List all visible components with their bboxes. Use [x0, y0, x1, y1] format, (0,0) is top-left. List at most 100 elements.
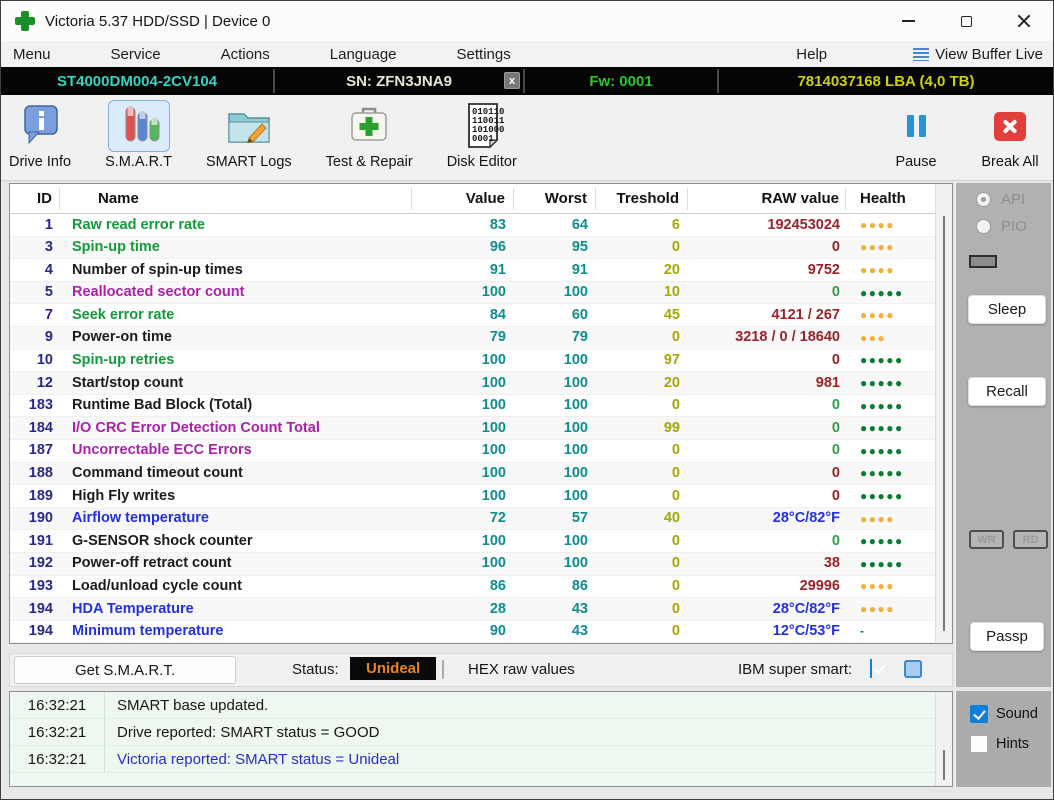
table-row[interactable]: 5Reallocated sector count100100100●●●●●	[10, 282, 935, 305]
hints-checkbox[interactable]	[970, 735, 988, 753]
menu-item-actions[interactable]: Actions	[221, 46, 270, 63]
table-scrollbar[interactable]	[935, 184, 952, 643]
table-row[interactable]: 187Uncorrectable ECC Errors10010000●●●●●	[10, 440, 935, 463]
disk-editor-button[interactable]: 010110 110011 101000 0001 Disk Editor	[447, 100, 517, 170]
drive-firmware: Fw: 0001	[525, 67, 717, 95]
header-name[interactable]: Name	[60, 188, 412, 210]
api-radio[interactable]	[976, 192, 991, 207]
smart-logs-button[interactable]: SMART Logs	[206, 100, 292, 170]
header-value[interactable]: Value	[412, 188, 514, 210]
hints-row[interactable]: Hints	[970, 735, 1029, 753]
minimize-button[interactable]	[879, 1, 937, 41]
cell-treshold: 6	[596, 214, 688, 237]
menu-item-language[interactable]: Language	[330, 46, 397, 63]
sound-checkbox[interactable]	[970, 705, 988, 723]
hints-label: Hints	[996, 736, 1029, 752]
table-row[interactable]: 7Seek error rate8460454121 / 267●●●●	[10, 304, 935, 327]
drive-serial: SN: ZFN3JNA9	[346, 73, 452, 90]
table-row[interactable]: 4Number of spin-up times9191209752●●●●	[10, 259, 935, 282]
cell-worst: 86	[514, 575, 596, 598]
cell-raw-value: 981	[688, 372, 846, 395]
log-timestamp: 16:32:21	[10, 719, 105, 745]
close-button[interactable]	[995, 1, 1053, 41]
table-row[interactable]: 184I/O CRC Error Detection Count Total10…	[10, 417, 935, 440]
cell-id: 4	[10, 259, 60, 282]
table-row[interactable]: 194HDA Temperature2843028°C/82°F●●●●	[10, 598, 935, 621]
sleep-button[interactable]: Sleep	[968, 295, 1046, 324]
header-treshold[interactable]: Treshold	[596, 188, 688, 210]
header-raw-value[interactable]: RAW value	[688, 188, 846, 210]
test-repair-button[interactable]: Test & Repair	[326, 100, 413, 170]
cell-id: 12	[10, 372, 60, 395]
menu-item-help[interactable]: Help	[796, 46, 827, 63]
menu-item-menu[interactable]: Menu	[13, 46, 51, 63]
table-row[interactable]: 189High Fly writes10010000●●●●●	[10, 485, 935, 508]
table-row[interactable]: 3Spin-up time969500●●●●	[10, 237, 935, 260]
ibm-super-smart-indicator[interactable]	[904, 660, 922, 678]
cell-id: 184	[10, 417, 60, 440]
log-scrollbar-thumb[interactable]	[943, 750, 945, 780]
get-smart-button[interactable]: Get S.M.A.R.T.	[14, 656, 236, 684]
cell-health: -	[846, 620, 935, 642]
log-scrollbar[interactable]	[935, 692, 952, 786]
table-row[interactable]: 194Minimum temperature9043012°C/53°F-	[10, 621, 935, 644]
pause-label: Pause	[895, 154, 936, 170]
pause-button[interactable]: Pause	[887, 100, 945, 170]
cell-raw-value: 28°C/82°F	[688, 507, 846, 530]
wr-button[interactable]: WR	[969, 530, 1004, 549]
cell-raw-value: 0	[688, 530, 846, 553]
header-worst[interactable]: Worst	[514, 188, 596, 210]
view-buffer-live-button[interactable]: View Buffer Live	[913, 46, 1043, 63]
pio-radio[interactable]	[976, 219, 991, 234]
cell-treshold: 20	[596, 372, 688, 395]
header-id[interactable]: ID	[10, 188, 60, 210]
cell-name: HDA Temperature	[60, 598, 412, 621]
pio-radio-row[interactable]: PIO	[976, 218, 1027, 235]
menu-item-service[interactable]: Service	[111, 46, 161, 63]
table-row[interactable]: 183Runtime Bad Block (Total)10010000●●●●…	[10, 395, 935, 418]
cell-treshold: 0	[596, 394, 688, 417]
table-row[interactable]: 10Spin-up retries100100970●●●●●	[10, 350, 935, 373]
sound-row[interactable]: Sound	[970, 705, 1038, 723]
app-window: Victoria 5.37 HDD/SSD | Device 0 Menu Ser…	[0, 0, 1054, 800]
ibm-super-smart-checkbox[interactable]	[870, 659, 872, 678]
api-radio-row[interactable]: API	[976, 191, 1025, 208]
cell-name: Power-on time	[60, 326, 412, 349]
table-scrollbar-thumb[interactable]	[943, 216, 945, 631]
table-row[interactable]: 12Start/stop count10010020981●●●●●	[10, 372, 935, 395]
table-row[interactable]: 9Power-on time797903218 / 0 / 18640●●●	[10, 327, 935, 350]
hex-raw-values-checkbox[interactable]	[442, 660, 444, 679]
cell-worst: 100	[514, 372, 596, 395]
maximize-button[interactable]	[937, 1, 995, 41]
titlebar[interactable]: Victoria 5.37 HDD/SSD | Device 0	[1, 1, 1053, 41]
victoria-logo-icon	[15, 11, 35, 31]
hex-raw-values-label: HEX raw values	[468, 661, 575, 678]
smart-button[interactable]: S.M.A.R.T	[105, 100, 172, 170]
table-row[interactable]: 193Load/unload cycle count8686029996●●●●	[10, 576, 935, 599]
cell-treshold: 0	[596, 530, 688, 553]
break-all-button[interactable]: Break All	[977, 100, 1043, 170]
menu-item-settings[interactable]: Settings	[457, 46, 511, 63]
cell-name: Minimum temperature	[60, 620, 412, 643]
cell-name: Start/stop count	[60, 372, 412, 395]
table-row[interactable]: 192Power-off retract count100100038●●●●●	[10, 553, 935, 576]
cell-raw-value: 192453024	[688, 214, 846, 237]
table-row[interactable]: 190Airflow temperature72574028°C/82°F●●●…	[10, 508, 935, 531]
cell-name: Spin-up time	[60, 236, 412, 259]
drive-info-button[interactable]: Drive Info	[9, 100, 71, 170]
table-row[interactable]: 191G-SENSOR shock counter10010000●●●●●	[10, 530, 935, 553]
passp-button[interactable]: Passp	[970, 622, 1044, 651]
cell-raw-value: 9752	[688, 259, 846, 282]
cell-id: 5	[10, 281, 60, 304]
cell-worst: 100	[514, 552, 596, 575]
header-health[interactable]: Health	[846, 188, 935, 210]
recall-button[interactable]: Recall	[968, 377, 1046, 406]
status-badge: Unideal	[350, 657, 436, 680]
smart-table-header: ID Name Value Worst Treshold RAW value H…	[10, 184, 935, 214]
table-row[interactable]: 1Raw read error rate83646192453024●●●●	[10, 214, 935, 237]
strip-close-button[interactable]: x	[504, 72, 520, 89]
table-row[interactable]: 188Command timeout count10010000●●●●●	[10, 463, 935, 486]
cell-value: 100	[412, 417, 514, 440]
rd-button[interactable]: RD	[1013, 530, 1048, 549]
cell-id: 10	[10, 349, 60, 372]
